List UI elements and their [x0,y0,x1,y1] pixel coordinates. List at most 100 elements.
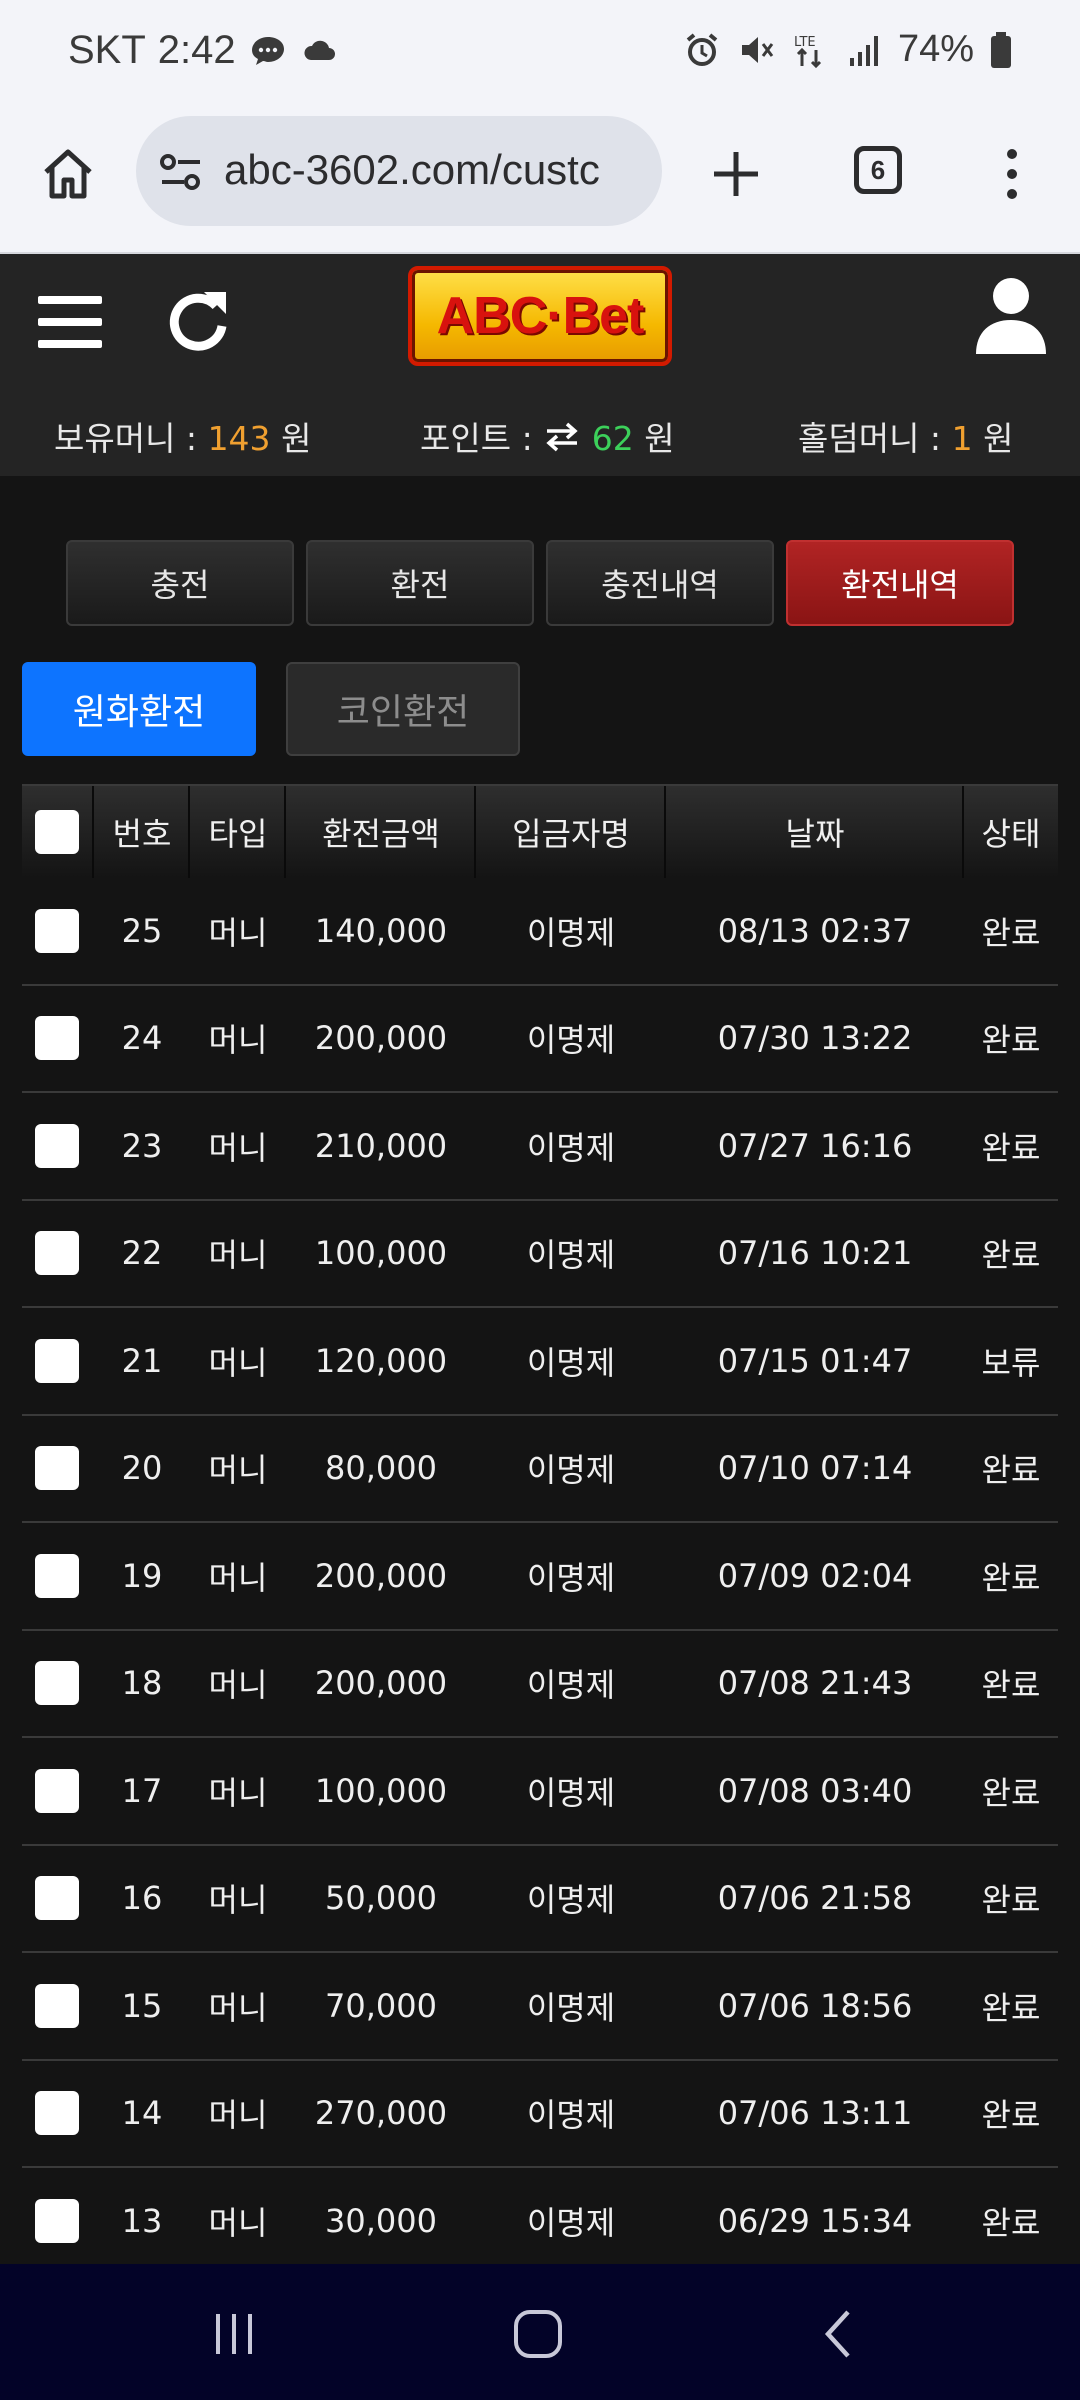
browser-toolbar: abc-3602.com/custc 6 [0,108,1080,254]
header-number: 번호 [112,815,172,853]
row-status: 완료 [981,1128,1041,1167]
row-select-cell [22,878,92,984]
holdem-label: 홀덤머니 : [798,419,942,458]
row-depositor: 이명제 [526,1021,616,1060]
chat-bubble-icon [251,36,284,65]
row-checkbox[interactable] [35,1661,79,1706]
row-depositor: 이명제 [526,1881,616,1920]
tab-switcher-button[interactable]: 6 [854,146,902,194]
row-status: 보류 [981,1343,1041,1382]
row-number: 23 [121,1126,163,1165]
row-date: 07/08 21:43 [717,1664,913,1703]
row-amount: 100,000 [314,1771,448,1810]
row-depositor: 이명제 [526,1666,616,1705]
table-row: 16 머니 50,000 이명제 07/06 21:58 완료 [22,1846,1058,1953]
row-status: 완료 [981,1881,1041,1920]
table-row: 23 머니 210,000 이명제 07/27 16:16 완료 [22,1093,1058,1201]
row-type: 머니 [208,1128,268,1167]
points-unit: 원 [644,419,675,458]
row-select-cell [22,1738,92,1844]
exchange-history-button[interactable]: 환전내역 [786,540,1014,626]
row-checkbox[interactable] [35,1338,79,1383]
row-status: 완료 [981,1558,1041,1597]
row-date: 07/27 16:16 [717,1126,913,1165]
lte-icon: LTE [794,35,821,68]
row-number: 19 [121,1556,163,1595]
row-checkbox[interactable] [35,1446,79,1491]
row-type: 머니 [208,1881,268,1920]
exchange-button[interactable]: 환전 [306,540,534,626]
row-number: 14 [121,2094,163,2133]
row-checkbox[interactable] [35,2091,79,2136]
row-date: 06/29 15:34 [717,2201,913,2240]
row-type: 머니 [208,1021,268,1060]
row-number: 16 [121,1879,163,1918]
svg-text:LTE: LTE [794,35,816,50]
row-type: 머니 [208,1236,268,1275]
row-number: 25 [121,911,163,950]
row-select-cell [22,986,92,1092]
row-amount: 120,000 [314,1341,448,1380]
row-status: 완료 [981,1236,1041,1275]
back-icon[interactable] [810,2304,870,2364]
tab-fiat-exchange[interactable]: 원화환전 [22,662,256,756]
signal-icon [849,35,878,66]
row-amount: 100,000 [314,1234,448,1273]
home-icon[interactable] [38,144,98,204]
table-row: 13 머니 30,000 이명제 06/29 15:34 완료 [22,2168,1058,2276]
row-depositor: 이명제 [526,1773,616,1812]
header-date: 날짜 [785,815,845,853]
row-checkbox[interactable] [35,1553,79,1598]
money-unit: 원 [281,419,312,458]
home-nav-icon[interactable] [508,2304,568,2364]
row-type: 머니 [208,2096,268,2135]
row-date: 08/13 02:37 [717,911,913,950]
table-row: 15 머니 70,000 이명제 07/06 18:56 완료 [22,1953,1058,2061]
header-amount: 환전금액 [322,815,440,853]
row-checkbox[interactable] [35,1876,79,1921]
row-depositor: 이명제 [526,1988,616,2027]
recent-apps-icon[interactable] [204,2304,264,2364]
charge-button[interactable]: 충전 [66,540,294,626]
row-checkbox[interactable] [35,2198,79,2243]
site-settings-icon[interactable] [158,150,204,194]
table-row: 19 머니 200,000 이명제 07/09 02:04 완료 [22,1523,1058,1631]
row-select-cell [22,1631,92,1737]
row-checkbox[interactable] [35,908,79,953]
row-date: 07/06 13:11 [717,2094,913,2133]
header-status: 상태 [981,815,1041,853]
row-date: 07/16 10:21 [717,1234,913,1273]
row-amount: 80,000 [325,1449,437,1488]
row-status: 완료 [981,1773,1041,1812]
row-type: 머니 [208,1343,268,1382]
row-status: 완료 [981,1988,1041,2027]
new-tab-icon[interactable] [706,144,766,204]
more-menu-icon[interactable] [1000,144,1024,204]
exchange-history-table: 번호 타입 환전금액 입금자명 날짜 상태 25 머니 140,000 이명제 08/1… [22,784,1058,2276]
tab-coin-exchange[interactable]: 코인환전 [286,662,520,756]
table-row: 22 머니 100,000 이명제 07/16 10:21 완료 [22,1201,1058,1308]
row-checkbox[interactable] [35,1231,79,1276]
row-checkbox[interactable] [35,1983,79,2028]
charge-history-button[interactable]: 충전내역 [546,540,774,626]
hamburger-menu-icon[interactable] [36,290,106,354]
row-select-cell [22,1523,92,1629]
row-checkbox[interactable] [35,1016,79,1061]
swap-arrows-icon[interactable] [543,422,581,452]
row-depositor: 이명제 [526,1451,616,1490]
table-row: 21 머니 120,000 이명제 07/15 01:47 보류 [22,1308,1058,1416]
row-number: 21 [121,1341,163,1380]
address-bar[interactable]: abc-3602.com/custc [136,116,662,226]
row-checkbox[interactable] [35,1123,79,1168]
select-all-checkbox[interactable] [35,810,79,854]
points-value: 62 [591,419,634,458]
site-logo[interactable]: ABC·Bet [408,266,672,366]
user-icon[interactable] [974,276,1048,356]
refresh-icon[interactable] [164,284,234,354]
balance-bar: 보유머니 : 143 원 포인트 : 62 원 홀덤머니 : 1 원 [0,404,1080,458]
point-balance: 포인트 : 62 원 [420,412,675,460]
select-all-cell [22,786,92,878]
row-checkbox[interactable] [35,1768,79,1813]
row-depositor: 이명제 [526,1128,616,1167]
header-type: 타입 [208,815,268,853]
